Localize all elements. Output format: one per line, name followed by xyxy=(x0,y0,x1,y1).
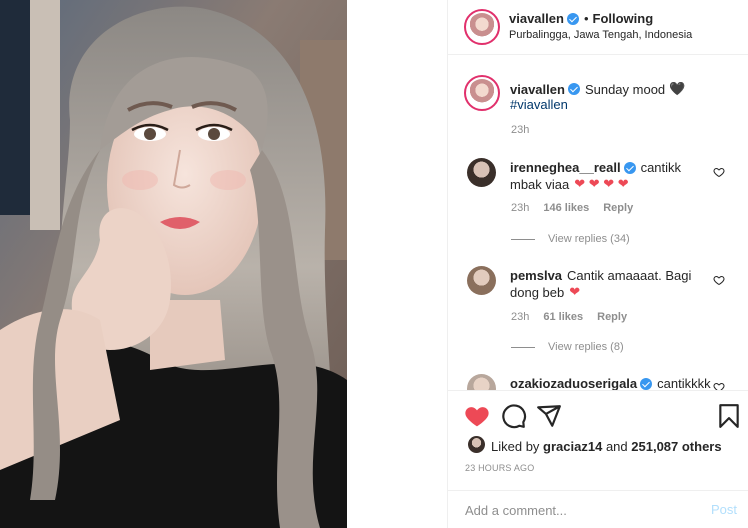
location-link[interactable]: Purbalingga, Jawa Tengah, Indonesia xyxy=(509,29,692,41)
reply-button[interactable]: Reply xyxy=(597,311,627,323)
hashtag-link[interactable]: #viavallen xyxy=(510,97,568,112)
caption-username[interactable]: viavallen xyxy=(510,82,565,97)
verified-badge-icon xyxy=(640,377,653,390)
comment-line-1: ozakiozaduoserigala cantikkkk xyxy=(510,376,711,390)
comment-username[interactable]: pemslva xyxy=(510,268,562,283)
comment-bubble-icon[interactable] xyxy=(501,403,527,429)
liked-by-prefix: Liked by xyxy=(491,439,540,454)
red-hearts-emoji: ❤ ❤ ❤ ❤ xyxy=(574,176,629,191)
comment-text-cont: mbak viaa xyxy=(510,176,570,192)
comment-line-2: dong beb ❤ xyxy=(510,284,580,300)
selfie-image xyxy=(0,0,347,528)
comment-text: Cantik amaaaat. Bagi xyxy=(567,268,692,283)
verified-badge-icon xyxy=(567,83,580,95)
add-comment-bar: Post xyxy=(448,490,748,528)
verified-badge-icon xyxy=(623,161,636,174)
comment-time[interactable]: 23h xyxy=(511,311,529,323)
post-actions: Liked by graciaz14 and 251,087 others 23… xyxy=(448,390,748,490)
author-username[interactable]: viavallen xyxy=(509,11,564,26)
reply-button[interactable]: Reply xyxy=(603,202,633,214)
liker-avatar[interactable] xyxy=(468,436,485,453)
following-button[interactable]: Following xyxy=(593,11,654,26)
verified-badge-icon xyxy=(566,12,579,25)
post-header: viavallen • Following Purbalingga, Jawa … xyxy=(448,0,748,55)
red-heart-emoji: ❤ xyxy=(569,284,581,299)
heart-outline-icon[interactable] xyxy=(713,381,725,390)
comment-line-2: mbak viaa ❤ ❤ ❤ ❤ xyxy=(510,176,629,192)
black-heart-emoji: 🖤 xyxy=(669,81,686,96)
view-replies-label: View replies (8) xyxy=(548,341,624,353)
heart-filled-icon[interactable] xyxy=(464,403,490,429)
comment-meta: 23h 61 likes Reply xyxy=(511,311,627,323)
comment-likes[interactable]: 146 likes xyxy=(543,202,589,214)
comment-text: cantikkkk xyxy=(657,376,711,390)
bookmark-icon[interactable] xyxy=(716,403,742,429)
liker-username[interactable]: graciaz14 xyxy=(543,439,602,454)
view-replies-button[interactable]: View replies (8) xyxy=(511,341,624,353)
post-photo[interactable] xyxy=(0,0,347,528)
post-button[interactable]: Post xyxy=(711,502,737,517)
commenter-avatar[interactable] xyxy=(467,266,496,295)
header-user-line: viavallen • Following xyxy=(509,11,653,26)
caption-avatar[interactable] xyxy=(464,75,500,111)
caption-line: viavallen Sunday mood 🖤 xyxy=(510,81,685,97)
comment-text: cantikk xyxy=(640,160,682,175)
commenter-avatar[interactable] xyxy=(467,158,496,187)
author-avatar[interactable] xyxy=(464,9,500,45)
comment-username[interactable]: ozakiozaduoserigala xyxy=(510,376,637,390)
liked-by-line: Liked by graciaz14 and 251,087 others xyxy=(491,439,722,454)
comment-likes[interactable]: 61 likes xyxy=(543,311,583,323)
view-replies-button[interactable]: View replies (34) xyxy=(511,233,630,245)
divider-line xyxy=(511,346,535,348)
view-replies-label: View replies (34) xyxy=(548,233,630,245)
comment-text-cont: dong beb xyxy=(510,284,565,300)
divider-line xyxy=(511,238,535,240)
post-time[interactable]: 23 HOURS AGO xyxy=(465,463,534,473)
paper-plane-icon[interactable] xyxy=(536,403,562,429)
caption-text: Sunday mood xyxy=(584,81,666,97)
comment-time[interactable]: 23h xyxy=(511,202,529,214)
comment-line-1: pemslva Cantik amaaaat. Bagi xyxy=(510,268,691,283)
comment-meta: 23h 146 likes Reply xyxy=(511,202,633,214)
post-detail-panel: viavallen • Following Purbalingga, Jawa … xyxy=(447,0,748,528)
likes-count[interactable]: 251,087 others xyxy=(631,439,721,454)
separator-dot: • xyxy=(583,11,589,26)
comments-list[interactable]: viavallen Sunday mood 🖤 #viavallen 23h i… xyxy=(448,56,748,390)
comment-input[interactable] xyxy=(465,500,695,520)
comment-username[interactable]: irenneghea__reall xyxy=(510,160,621,175)
comment-line-1: irenneghea__reall cantikk xyxy=(510,160,681,175)
heart-outline-icon[interactable] xyxy=(713,166,725,178)
caption-time[interactable]: 23h xyxy=(511,124,529,136)
liked-by-and: and xyxy=(605,439,628,454)
heart-outline-icon[interactable] xyxy=(713,274,725,286)
commenter-avatar[interactable] xyxy=(467,374,496,390)
